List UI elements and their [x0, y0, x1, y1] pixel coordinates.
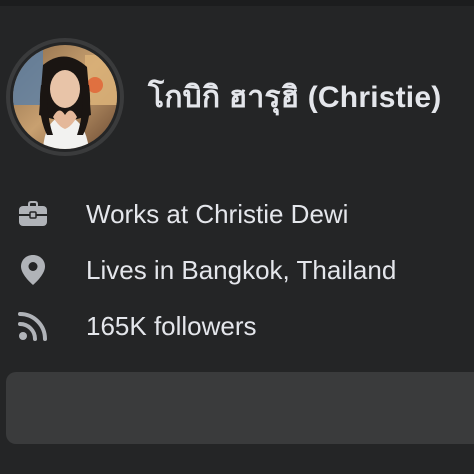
profile-details-list: Works at Christie Dewi Lives in Bangkok,… — [0, 186, 474, 354]
location-pin-icon — [13, 250, 53, 290]
profile-header: โกบิกิ ฮารุฮิ (Christie) — [6, 38, 441, 156]
briefcase-icon — [13, 194, 53, 234]
profile-photo-image — [13, 45, 117, 149]
profile-photo — [13, 45, 117, 149]
avatar[interactable] — [6, 38, 124, 156]
detail-location-text: Lives in Bangkok, Thailand — [86, 254, 397, 285]
detail-location[interactable]: Lives in Bangkok, Thailand — [0, 242, 474, 298]
rss-feed-icon — [13, 306, 53, 346]
detail-followers[interactable]: 165K followers — [0, 298, 474, 354]
detail-work[interactable]: Works at Christie Dewi — [0, 186, 474, 242]
top-divider — [0, 0, 474, 6]
edit-details-button[interactable] — [6, 372, 474, 444]
profile-name[interactable]: โกบิกิ ฮารุฮิ (Christie) — [148, 74, 441, 121]
bottom-spacer — [0, 452, 474, 474]
detail-followers-text: 165K followers — [86, 310, 257, 341]
profile-intro-card: โกบิกิ ฮารุฮิ (Christie) Works at Christ… — [0, 0, 474, 474]
detail-work-text: Works at Christie Dewi — [86, 198, 349, 229]
